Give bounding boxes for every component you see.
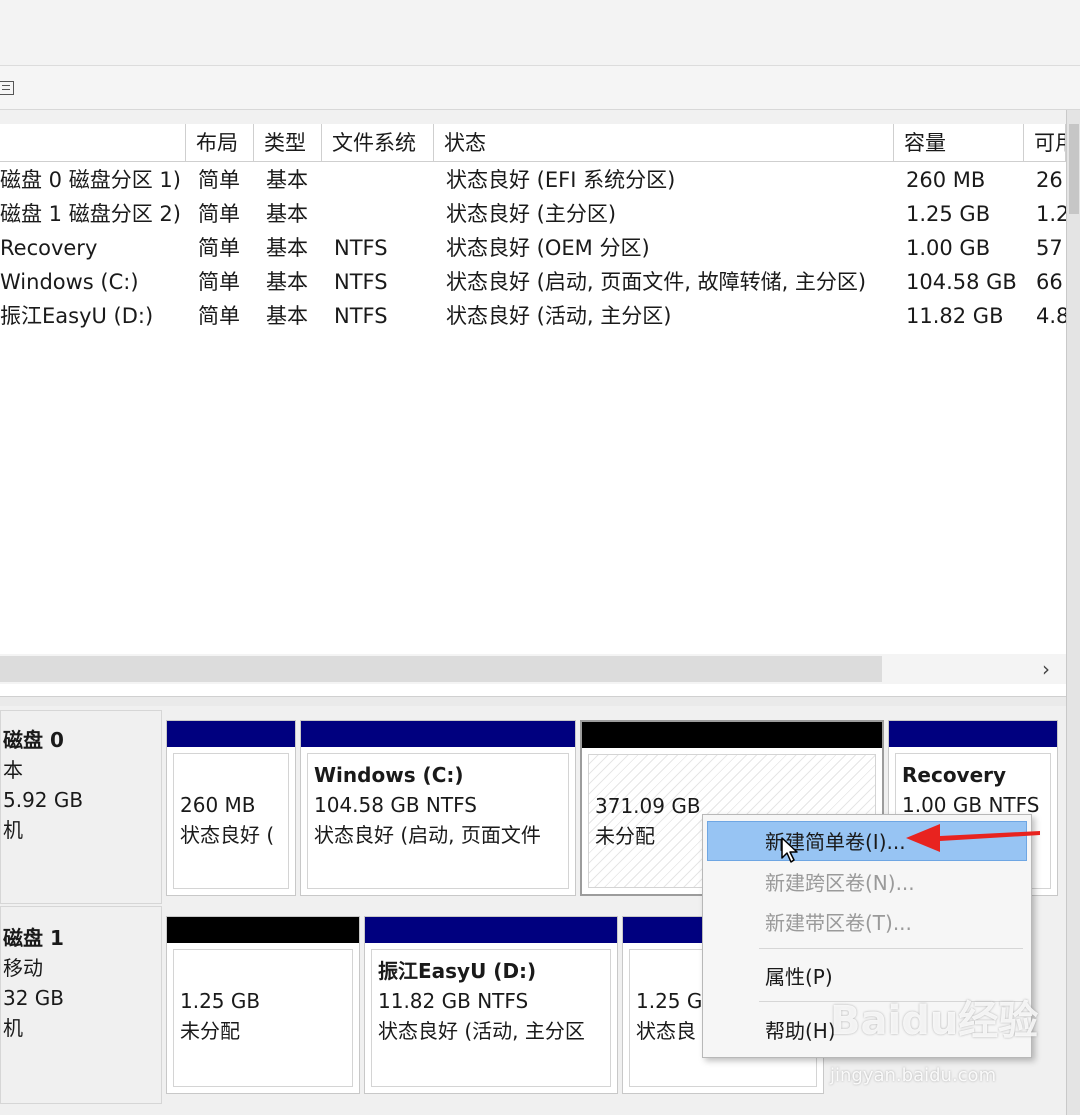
table-row[interactable]: Windows (C:) 简单 基本 NTFS 状态良好 (启动, 页面文件, … [0, 265, 1066, 299]
window-title-bar [0, 0, 1080, 66]
list-view-icon[interactable] [0, 81, 14, 95]
volume-type-bar [365, 917, 617, 943]
mouse-cursor-icon [781, 837, 798, 863]
cell-filesystem: NTFS [334, 270, 388, 294]
volume-type-bar [167, 917, 359, 943]
disk-size: 5.92 GB [3, 788, 84, 812]
cell-free: 1.2 [1036, 202, 1066, 226]
volume-size: 11.82 GB NTFS [378, 989, 529, 1013]
volume-name: Recovery [902, 763, 1007, 787]
pane-splitter[interactable] [0, 696, 1066, 706]
volume-name [595, 761, 875, 791]
cell-type: 基本 [266, 168, 308, 192]
volume-size: 104.58 GB NTFS [314, 793, 477, 817]
cell-volume: 磁盘 1 磁盘分区 2) [0, 202, 181, 226]
menu-item-new-spanned-volume[interactable]: 新建跨区卷(N)... [703, 863, 1033, 903]
column-header-filesystem[interactable]: 文件系统 [322, 124, 434, 162]
cell-layout: 简单 [198, 236, 240, 260]
volume-status: 状态良好 (活动, 主分区 [378, 1019, 585, 1043]
volume-body: 260 MB 状态良好 ( [173, 753, 289, 889]
disk-kind: 本 [3, 758, 23, 782]
disk-0-label[interactable]: 磁盘 0 本 5.92 GB 机 [0, 710, 162, 904]
table-row[interactable]: 磁盘 1 磁盘分区 2) 简单 基本 状态良好 (主分区) 1.25 GB 1.… [0, 197, 1066, 231]
volume-name: Windows (C:) [314, 763, 464, 787]
cell-layout: 简单 [198, 270, 240, 294]
disk-state: 机 [3, 1016, 23, 1040]
volume-type-bar [889, 721, 1057, 747]
column-header-free[interactable]: 可用 [1024, 124, 1066, 162]
cell-layout: 简单 [198, 202, 240, 226]
cell-layout: 简单 [198, 304, 240, 328]
column-header-layout[interactable]: 布局 [186, 124, 254, 162]
volume-body: Windows (C:) 104.58 GB NTFS 状态良好 (启动, 页面… [307, 753, 569, 889]
volume-name: 振江EasyU (D:) [378, 959, 537, 983]
watermark-logo: Baidu经验 [830, 998, 1039, 1044]
disk-kind: 移动 [3, 956, 43, 980]
table-row[interactable]: Recovery 简单 基本 NTFS 状态良好 (OEM 分区) 1.00 G… [0, 231, 1066, 265]
cell-capacity: 260 MB [906, 168, 986, 192]
table-row[interactable]: 磁盘 0 磁盘分区 1) 简单 基本 状态良好 (EFI 系统分区) 260 M… [0, 163, 1066, 197]
disk-name: 磁盘 1 [3, 926, 64, 950]
cell-capacity: 1.00 GB [906, 236, 991, 260]
disk-state: 机 [3, 818, 23, 842]
cell-capacity: 1.25 GB [906, 202, 991, 226]
disk-name: 磁盘 0 [3, 728, 64, 752]
cell-type: 基本 [266, 270, 308, 294]
vertical-scrollbar-thumb[interactable] [1069, 124, 1079, 214]
cell-free: 26 [1036, 168, 1063, 192]
cell-type: 基本 [266, 304, 308, 328]
column-header-status[interactable]: 状态 [434, 124, 894, 162]
scroll-right-arrow-icon[interactable]: › [1036, 656, 1056, 682]
volume-body: 1.25 GB 未分配 [173, 949, 353, 1087]
cell-filesystem: NTFS [334, 236, 388, 260]
volume-name [180, 760, 288, 790]
volume-easyu-d[interactable]: 振江EasyU (D:) 11.82 GB NTFS 状态良好 (活动, 主分区 [364, 916, 618, 1094]
cell-free: 57 [1036, 236, 1063, 260]
volume-type-bar [167, 721, 295, 747]
cell-filesystem: NTFS [334, 304, 388, 328]
volume-status: 未分配 [180, 1019, 240, 1043]
column-header-capacity[interactable]: 容量 [894, 124, 1024, 162]
cell-volume: 振江EasyU (D:) [0, 304, 154, 328]
volume-windows-c[interactable]: Windows (C:) 104.58 GB NTFS 状态良好 (启动, 页面… [300, 720, 576, 896]
cell-status: 状态良好 (主分区) [446, 202, 617, 226]
column-header-type[interactable]: 类型 [254, 124, 322, 162]
volume-type-bar [582, 722, 882, 748]
cell-volume: 磁盘 0 磁盘分区 1) [0, 168, 181, 192]
menu-separator [759, 948, 1023, 949]
volume-status: 状态良好 ( [180, 823, 275, 847]
cell-status: 状态良好 (活动, 主分区) [446, 304, 672, 328]
volume-unallocated[interactable]: 1.25 GB 未分配 [166, 916, 360, 1094]
toolbar [0, 66, 1080, 110]
cell-type: 基本 [266, 236, 308, 260]
disk-1-label[interactable]: 磁盘 1 移动 32 GB 机 [0, 906, 162, 1104]
watermark-url: jingyan.baidu.com [830, 1065, 997, 1086]
menu-item-new-striped-volume[interactable]: 新建带区卷(T)... [703, 903, 1033, 943]
table-row[interactable]: 振江EasyU (D:) 简单 基本 NTFS 状态良好 (活动, 主分区) 1… [0, 299, 1066, 333]
cell-free: 4.8 [1036, 304, 1066, 328]
cell-layout: 简单 [198, 168, 240, 192]
cell-status: 状态良好 (EFI 系统分区) [446, 168, 676, 192]
horizontal-scrollbar-thumb[interactable] [0, 656, 882, 682]
cell-capacity: 11.82 GB [906, 304, 1004, 328]
volume-size: 1.25 GB [180, 989, 261, 1013]
cell-volume: Windows (C:) [0, 270, 139, 294]
cell-free: 66 [1036, 270, 1063, 294]
menu-item-properties[interactable]: 属性(P) [703, 957, 1033, 997]
volume-status: 状态良好 (启动, 页面文件 [314, 823, 541, 847]
volume-name [180, 956, 352, 986]
cell-type: 基本 [266, 202, 308, 226]
volume-type-bar [301, 721, 575, 747]
volume-body: 振江EasyU (D:) 11.82 GB NTFS 状态良好 (活动, 主分区 [371, 949, 611, 1087]
cell-capacity: 104.58 GB [906, 270, 1017, 294]
vertical-scrollbar[interactable] [1066, 110, 1080, 1115]
volume-efi-partition[interactable]: 260 MB 状态良好 ( [166, 720, 296, 896]
disk-size: 32 GB [3, 986, 65, 1010]
cell-status: 状态良好 (OEM 分区) [446, 236, 650, 260]
volume-size: 260 MB [180, 793, 256, 817]
column-header-volume[interactable] [0, 124, 186, 162]
cell-status: 状态良好 (启动, 页面文件, 故障转储, 主分区) [446, 270, 867, 294]
annotation-arrow-icon [906, 824, 1040, 852]
cell-volume: Recovery [0, 236, 98, 260]
